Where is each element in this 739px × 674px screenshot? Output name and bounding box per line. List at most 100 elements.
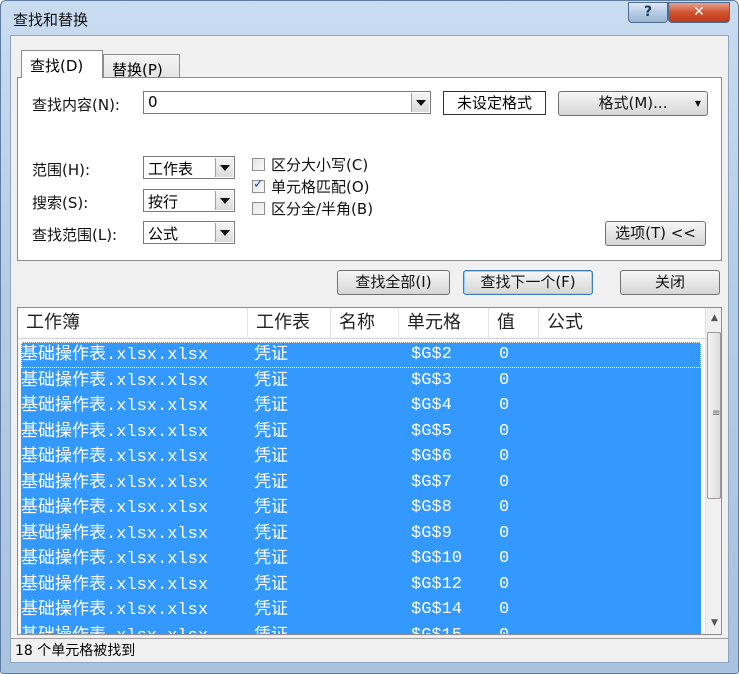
- result-cell-cell: $G$10: [411, 549, 463, 568]
- lookin-select[interactable]: 公式: [143, 221, 235, 244]
- table-row[interactable]: 基础操作表.xlsx.xlsx 凭证 $G$6 0: [21, 444, 701, 470]
- chevron-down-icon[interactable]: [215, 191, 233, 210]
- results-header: 工作簿 工作表 名称 单元格 值 公式: [18, 308, 705, 339]
- results-rows: 基础操作表.xlsx.xlsx 凭证 $G$2 0 基础操作表.xlsx.xlsx 凭证 $…: [21, 342, 701, 635]
- table-row[interactable]: 基础操作表.xlsx.xlsx 凭证 $G$12 0: [21, 571, 701, 597]
- column-header-sheet[interactable]: 工作表: [248, 308, 331, 338]
- result-sheet-cell: 凭证: [254, 369, 288, 390]
- search-order-value: 按行: [148, 193, 179, 211]
- find-all-button[interactable]: 查找全部(I): [337, 270, 450, 295]
- chevron-down-icon[interactable]: [411, 93, 429, 112]
- result-book-cell: 基础操作表.xlsx.xlsx: [21, 522, 209, 544]
- match-case-label[interactable]: 区分大小写(C): [271, 154, 368, 175]
- title-bar[interactable]: 查找和替换 ? ✕: [1, 1, 738, 35]
- lookin-label: 查找范围(L):: [32, 226, 118, 244]
- result-cell-cell: $G$12: [411, 574, 463, 594]
- result-value-cell: 0: [499, 370, 510, 390]
- match-cell-checkbox[interactable]: [252, 177, 265, 193]
- window-title: 查找和替换: [13, 11, 89, 29]
- table-row[interactable]: 基础操作表.xlsx.xlsx 凭证 $G$14 0: [21, 597, 701, 623]
- column-header-value[interactable]: 值: [489, 308, 539, 338]
- format-button[interactable]: 格式(M)... ▼: [558, 91, 708, 116]
- find-tab-panel: 查找内容(N): 0 未设定格式 格式(M)... ▼ 范围(H): 工作表 搜…: [17, 77, 722, 261]
- table-row[interactable]: 基础操作表.xlsx.xlsx 凭证 $G$3 0: [21, 367, 701, 393]
- scroll-down-arrow-icon[interactable]: ▼: [706, 615, 721, 632]
- within-select[interactable]: 工作表: [143, 156, 235, 179]
- chevron-down-icon[interactable]: [215, 158, 233, 177]
- column-header-formula[interactable]: 公式: [539, 308, 705, 338]
- result-value-cell: 0: [499, 421, 510, 441]
- scroll-up-arrow-icon[interactable]: ▲: [706, 310, 721, 327]
- format-preview: 未设定格式: [443, 91, 546, 115]
- result-sheet-cell: 凭证: [254, 471, 288, 492]
- result-cell-cell: $G$4: [411, 396, 452, 415]
- result-sheet-cell: 凭证: [254, 395, 288, 415]
- options-button[interactable]: 选项(T) <<: [605, 221, 706, 246]
- find-what-label: 查找内容(N):: [32, 96, 120, 114]
- result-sheet-cell: 凭证: [254, 624, 288, 635]
- column-header-cell[interactable]: 单元格: [399, 308, 489, 338]
- result-value-cell: 0: [499, 600, 510, 619]
- tab-find[interactable]: 查找(D): [21, 50, 103, 78]
- result-sheet-cell: 凭证: [254, 446, 288, 466]
- result-sheet-cell: 凭证: [254, 599, 288, 619]
- find-what-input[interactable]: 0: [143, 91, 431, 114]
- grip-icon: ≡: [712, 408, 721, 419]
- result-sheet-cell: 凭证: [254, 522, 288, 543]
- result-book-cell: 基础操作表.xlsx.xlsx: [21, 624, 208, 635]
- find-replace-dialog: 查找和替换 ? ✕ 查找(D) 替换(P) 查找内容(N): 0 未设定格式 格…: [0, 0, 739, 674]
- result-book-cell: 基础操作表.xlsx.xlsx: [21, 497, 209, 518]
- find-next-button[interactable]: 查找下一个(F): [463, 270, 593, 295]
- match-cell-label[interactable]: 单元格匹配(O): [271, 176, 370, 197]
- result-book-cell: 基础操作表.xlsx.xlsx: [21, 395, 209, 416]
- result-book-cell: 基础操作表.xlsx.xlsx: [21, 548, 209, 569]
- results-list[interactable]: 工作簿 工作表 名称 单元格 值 公式 基础操作表.xlsx.xlsx 凭证 $G$…: [17, 307, 722, 635]
- close-button[interactable]: 关闭: [620, 270, 720, 295]
- vertical-scrollbar[interactable]: ▲ ≡ ▼: [705, 308, 721, 634]
- result-value-cell: 0: [499, 472, 510, 492]
- table-row[interactable]: 基础操作表.xlsx.xlsx 凭证 $G$7 0: [21, 469, 701, 495]
- result-value-cell: 0: [499, 549, 510, 568]
- dropdown-arrow-icon: ▼: [694, 99, 701, 108]
- result-cell-cell: $G$8: [411, 498, 452, 517]
- result-sheet-cell: 凭证: [254, 420, 288, 441]
- result-sheet-cell: 凭证: [254, 548, 288, 568]
- result-value-cell: 0: [499, 523, 510, 543]
- result-value-cell: 0: [499, 574, 510, 594]
- table-row[interactable]: 基础操作表.xlsx.xlsx 凭证 $G$4 0: [21, 393, 701, 419]
- result-sheet-cell: 凭证: [254, 497, 288, 517]
- lookin-value: 公式: [148, 225, 179, 243]
- chevron-down-icon[interactable]: [215, 223, 233, 242]
- table-row[interactable]: 基础操作表.xlsx.xlsx 凭证 $G$5 0: [21, 418, 701, 444]
- status-bar: 18 个单元格被找到: [11, 638, 728, 662]
- table-row[interactable]: 基础操作表.xlsx.xlsx 凭证 $G$15 0: [21, 622, 701, 635]
- close-window-button[interactable]: ✕: [668, 2, 730, 23]
- result-cell-cell: $G$14: [411, 600, 463, 619]
- result-sheet-cell: 凭证: [254, 573, 288, 594]
- within-label: 范围(H):: [32, 161, 91, 179]
- match-byte-checkbox[interactable]: [252, 202, 265, 215]
- result-value-cell: 0: [499, 625, 510, 635]
- result-sheet-cell: 凭证: [254, 344, 288, 364]
- scroll-thumb[interactable]: ≡: [707, 332, 721, 499]
- result-value-cell: 0: [499, 498, 510, 517]
- table-row[interactable]: 基础操作表.xlsx.xlsx 凭证 $G$2 0: [21, 342, 701, 368]
- column-header-workbook[interactable]: 工作簿: [18, 308, 248, 338]
- result-cell-cell: $G$3: [411, 370, 452, 390]
- match-byte-label[interactable]: 区分全/半角(B): [271, 198, 373, 219]
- result-book-cell: 基础操作表.xlsx.xlsx: [21, 573, 209, 595]
- column-header-name[interactable]: 名称: [331, 308, 399, 338]
- result-value-cell: 0: [499, 345, 510, 364]
- match-case-checkbox[interactable]: [252, 158, 265, 171]
- result-book-cell: 基础操作表.xlsx.xlsx: [21, 471, 209, 493]
- table-row[interactable]: 基础操作表.xlsx.xlsx 凭证 $G$10 0: [21, 546, 701, 572]
- search-label: 搜索(S):: [32, 194, 89, 212]
- result-book-cell: 基础操作表.xlsx.xlsx: [21, 344, 209, 365]
- table-row[interactable]: 基础操作表.xlsx.xlsx 凭证 $G$8 0: [21, 495, 701, 521]
- result-cell-cell: $G$15: [411, 625, 463, 635]
- result-cell-cell: $G$6: [411, 447, 452, 466]
- help-button[interactable]: ?: [628, 2, 668, 23]
- within-value: 工作表: [148, 160, 194, 178]
- table-row[interactable]: 基础操作表.xlsx.xlsx 凭证 $G$9 0: [21, 520, 701, 546]
- search-order-select[interactable]: 按行: [143, 189, 235, 212]
